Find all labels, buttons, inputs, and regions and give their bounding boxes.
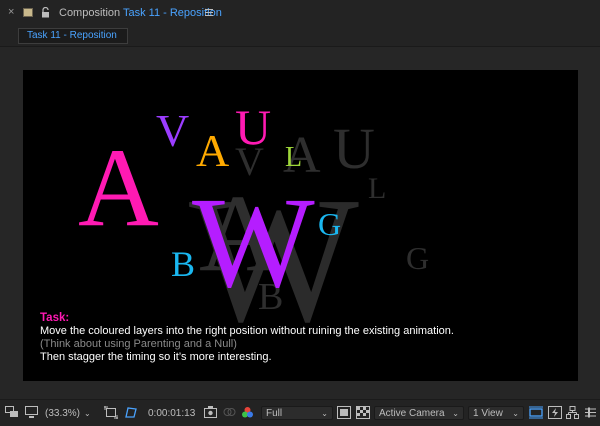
- current-time[interactable]: 0:00:01:13: [148, 400, 195, 426]
- flowchart-icon[interactable]: [566, 406, 579, 419]
- magnification-dropdown[interactable]: (33.3%) ⌄: [45, 400, 91, 426]
- composition-color-swatch-icon: [23, 8, 33, 17]
- task-line-2: (Think about using Parenting and a Null): [40, 338, 237, 350]
- letter-a-small[interactable]: A: [196, 128, 229, 174]
- pixel-aspect-toggle-icon[interactable]: [529, 406, 543, 419]
- mask-visibility-icon[interactable]: [124, 406, 138, 419]
- letter-v[interactable]: V: [156, 108, 189, 154]
- safe-areas-icon[interactable]: [104, 406, 118, 419]
- show-snapshot-icon[interactable]: [223, 406, 236, 418]
- transparency-grid-icon[interactable]: [356, 406, 370, 419]
- fast-previews-icon[interactable]: [548, 406, 562, 419]
- timeline-icon[interactable]: [584, 406, 597, 419]
- region-of-interest-icon[interactable]: [337, 406, 351, 419]
- composition-viewer[interactable]: W A V A U L G B A V A U L W G B Task: Mo…: [0, 47, 600, 399]
- camera-value: Active Camera: [379, 407, 445, 419]
- ghost-letter-l: L: [368, 172, 387, 205]
- letter-a-large[interactable]: A: [78, 132, 159, 244]
- chevron-down-icon: ⌄: [321, 408, 328, 418]
- chevron-down-icon: ⌄: [84, 408, 91, 418]
- task-instructions: Task: Move the coloured layers into the …: [40, 312, 454, 364]
- monitor-icon[interactable]: [25, 406, 38, 419]
- chevron-down-icon: ⌄: [452, 408, 459, 418]
- panel-title-prefix: Composition: [59, 7, 121, 19]
- resolution-value: Full: [266, 407, 283, 419]
- letter-w[interactable]: W: [192, 178, 315, 308]
- letter-u[interactable]: U: [235, 102, 271, 152]
- magnification-value: (33.3%): [45, 407, 81, 419]
- resolution-dropdown[interactable]: Full ⌄: [261, 400, 333, 426]
- timecode-value: 0:00:01:13: [148, 407, 196, 419]
- ghost-letter-g: G: [406, 240, 430, 276]
- composition-tab[interactable]: Task 11 - Reposition: [18, 28, 128, 44]
- panel-title: Composition Task 11 - Reposition: [59, 7, 222, 19]
- always-preview-icon[interactable]: [5, 406, 19, 419]
- close-panel-button[interactable]: ×: [8, 6, 14, 18]
- letter-b[interactable]: B: [171, 246, 195, 282]
- letter-g[interactable]: G: [318, 208, 341, 240]
- task-line-1: Move the coloured layers into the right …: [40, 325, 454, 337]
- task-line-3: Then stagger the timing so it’s more int…: [40, 351, 272, 363]
- panel-menu-icon[interactable]: [205, 9, 213, 16]
- task-label: Task:: [40, 312, 70, 324]
- letter-l[interactable]: L: [285, 144, 302, 172]
- view-layout-value: 1 View: [473, 407, 503, 419]
- composition-canvas[interactable]: W A V A U L G B A V A U L W G B Task: Mo…: [23, 70, 578, 381]
- snapshot-camera-icon[interactable]: [204, 406, 217, 418]
- lock-icon[interactable]: [41, 7, 50, 18]
- viewer-toolbar: (33.3%) ⌄ 0:00:01:13 Full ⌄ Active Camer…: [0, 399, 600, 426]
- camera-dropdown[interactable]: Active Camera ⌄: [374, 400, 464, 426]
- composition-tab-row: Task 11 - Reposition: [0, 26, 600, 46]
- view-layout-dropdown[interactable]: 1 View ⌄: [468, 400, 524, 426]
- channel-rgb-icon[interactable]: [241, 406, 254, 419]
- ghost-letter-u: U: [333, 116, 375, 181]
- panel-header: × Composition Task 11 - Reposition: [0, 0, 600, 26]
- chevron-down-icon: ⌄: [512, 408, 519, 418]
